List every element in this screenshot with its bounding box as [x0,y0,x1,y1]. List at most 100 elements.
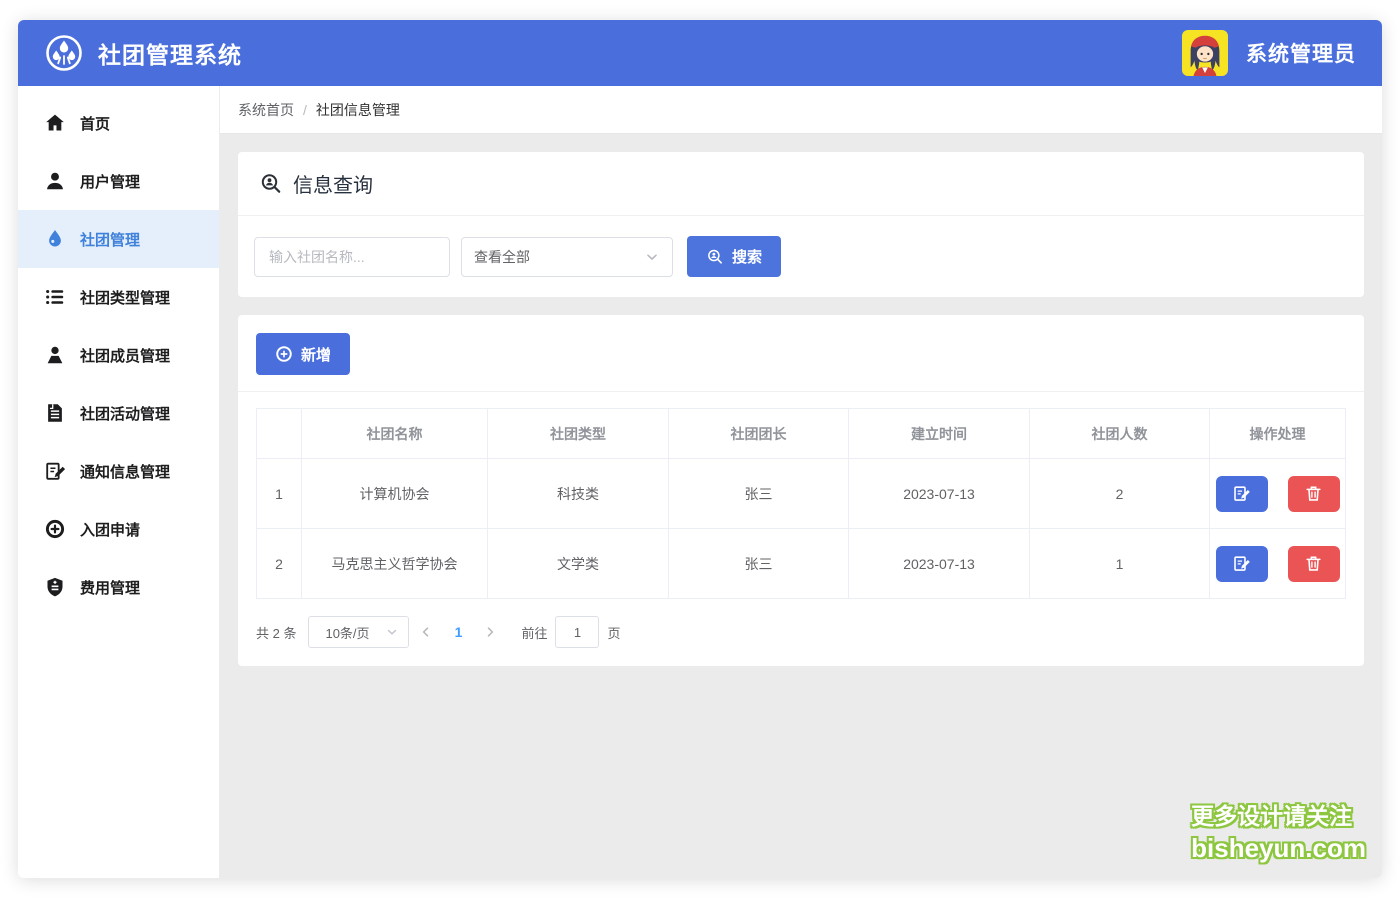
sidebar-item-label: 用户管理 [80,171,140,192]
col-index [257,409,302,459]
cell-club-leader: 张三 [669,529,849,599]
chevron-down-icon [644,249,660,265]
user-icon [44,170,66,192]
edit-button[interactable] [1216,476,1268,512]
content-scroll: 信息查询 查看全部 [220,134,1382,878]
page-unit-label: 页 [607,623,620,642]
col-member-count: 社团人数 [1030,409,1210,459]
sidebar-item-label: 入团申请 [80,519,140,540]
sidebar-item-fees[interactable]: 费用管理 [18,558,219,616]
search-button-label: 搜索 [732,246,762,267]
trash-icon [1304,554,1323,573]
delete-button[interactable] [1288,476,1340,512]
breadcrumb-current: 社团信息管理 [316,100,400,120]
prev-page-button[interactable] [409,616,443,648]
sidebar-item-label: 首页 [80,113,110,134]
goto-page-input[interactable] [555,616,599,648]
page-number-1[interactable]: 1 [443,624,473,640]
member-icon [44,344,66,366]
app-body: 首页 用户管理 社团管理 [18,86,1382,878]
screenshot-stage: 社团管理系统 系统管理员 [0,0,1400,898]
query-panel: 信息查询 查看全部 [238,152,1364,297]
cell-created-date: 2023-07-13 [849,529,1030,599]
add-button[interactable]: 新增 [256,333,350,375]
sidebar-item-label: 社团类型管理 [80,287,170,308]
app-logo-icon [44,33,84,73]
sidebar-item-club-activities[interactable]: 社团活动管理 [18,384,219,442]
cell-created-date: 2023-07-13 [849,459,1030,529]
cell-index: 1 [257,459,302,529]
breadcrumb: 系统首页 / 社团信息管理 [220,86,1382,134]
sidebar-item-label: 社团管理 [80,229,140,250]
col-created-date: 建立时间 [849,409,1030,459]
table-row: 1 计算机协会 科技类 张三 2023-07-13 2 [257,459,1346,529]
cell-member-count: 1 [1030,529,1210,599]
drop-icon [44,228,66,250]
sidebar-item-label: 社团成员管理 [80,345,170,366]
user-name: 系统管理员 [1246,38,1356,68]
pagination-total: 共 2 条 [256,623,296,642]
sidebar-item-notices[interactable]: 通知信息管理 [18,442,219,500]
edit-button[interactable] [1216,546,1268,582]
sidebar-item-club-types[interactable]: 社团类型管理 [18,268,219,326]
page-size-select[interactable]: 10条/页 [308,616,409,648]
app-window: 社团管理系统 系统管理员 [18,20,1382,878]
list-toolbar: 新增 [238,315,1364,392]
sidebar-item-label: 社团活动管理 [80,403,170,424]
main-content: 系统首页 / 社团信息管理 [220,86,1382,878]
query-panel-header: 信息查询 [238,152,1364,216]
cell-actions [1210,459,1346,529]
edit-icon [1232,484,1251,503]
add-button-label: 新增 [301,344,331,365]
sidebar-item-label: 通知信息管理 [80,461,170,482]
table-row: 2 马克思主义哲学协会 文学类 张三 2023-07-13 1 [257,529,1346,599]
search-button[interactable]: 搜索 [687,236,781,277]
club-name-input[interactable] [254,237,450,277]
club-type-select-value: 查看全部 [474,247,530,267]
search-row: 查看全部 [238,216,1364,297]
delete-button[interactable] [1288,546,1340,582]
col-actions: 操作处理 [1210,409,1346,459]
club-type-select[interactable]: 查看全部 [461,237,673,277]
breadcrumb-home[interactable]: 系统首页 [238,100,294,120]
cell-index: 2 [257,529,302,599]
cell-member-count: 2 [1030,459,1210,529]
clubs-table: 社团名称 社团类型 社团团长 建立时间 社团人数 操作处理 1 计算机协 [256,408,1346,599]
search-icon [706,248,724,266]
notice-edit-icon [44,460,66,482]
page-size-value: 10条/页 [325,623,369,642]
cell-club-name: 马克思主义哲学协会 [302,529,488,599]
col-club-name: 社团名称 [302,409,488,459]
sidebar-item-club-members[interactable]: 社团成员管理 [18,326,219,384]
col-club-type: 社团类型 [488,409,669,459]
sidebar: 首页 用户管理 社团管理 [18,86,220,878]
home-icon [44,112,66,134]
list-icon [44,286,66,308]
cell-actions [1210,529,1346,599]
list-panel: 新增 [238,315,1364,666]
sidebar-item-join-requests[interactable]: 入团申请 [18,500,219,558]
sidebar-item-home[interactable]: 首页 [18,94,219,152]
top-header: 社团管理系统 系统管理员 [18,20,1382,86]
query-panel-title: 信息查询 [293,169,373,198]
add-circle-plus-icon [275,345,293,363]
sidebar-item-users[interactable]: 用户管理 [18,152,219,210]
next-page-button[interactable] [473,616,507,648]
header-user-area: 系统管理员 [1182,30,1356,76]
breadcrumb-separator: / [303,102,307,118]
sidebar-item-clubs[interactable]: 社团管理 [18,210,219,268]
col-club-leader: 社团团长 [669,409,849,459]
trash-icon [1304,484,1323,503]
user-avatar[interactable] [1182,30,1228,76]
cell-club-type: 科技类 [488,459,669,529]
table-wrap: 社团名称 社团类型 社团团长 建立时间 社团人数 操作处理 1 计算机协 [238,392,1364,666]
sidebar-item-label: 费用管理 [80,577,140,598]
cell-club-name: 计算机协会 [302,459,488,529]
circle-plus-icon [44,518,66,540]
shield-icon [44,576,66,598]
chevron-down-icon [385,625,399,639]
goto-page: 前往 页 [521,616,620,648]
app-title: 社团管理系统 [98,36,242,70]
goto-label: 前往 [521,623,547,642]
edit-icon [1232,554,1251,573]
